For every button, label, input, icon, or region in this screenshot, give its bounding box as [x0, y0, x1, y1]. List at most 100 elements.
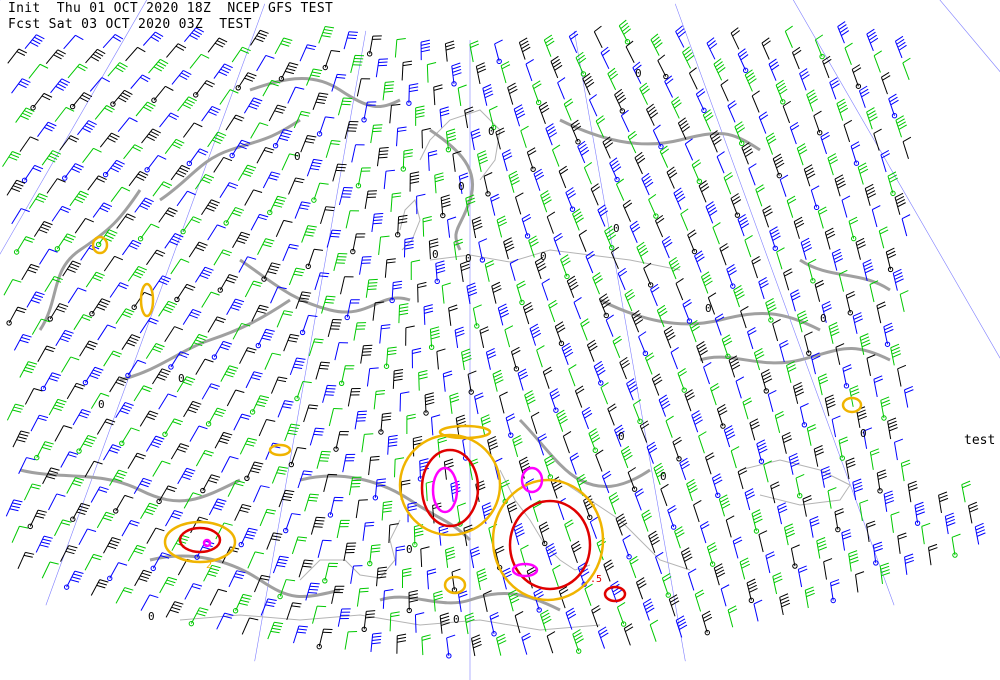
wind-barb: [803, 164, 816, 187]
wind-barb: [304, 493, 319, 512]
wind-barb: [383, 346, 397, 369]
wind-barb: [556, 409, 568, 432]
wind-barb: [779, 174, 789, 197]
precip-contour: [91, 235, 109, 255]
wind-barb: [310, 516, 326, 535]
wind-barb: [951, 533, 961, 558]
wind-barb: [474, 392, 484, 415]
wind-barb: [66, 382, 86, 400]
contour-label: 0: [406, 543, 413, 556]
wind-barb: [845, 290, 856, 316]
wind-barb: [655, 551, 664, 575]
wind-barb: [684, 138, 694, 161]
wind-barb: [646, 103, 659, 126]
wind-barb: [799, 403, 809, 428]
wind-barb: [382, 81, 395, 101]
wind-barb: [744, 235, 753, 258]
wind-barb: [96, 511, 115, 529]
wind-barb: [944, 512, 956, 535]
wind-barb: [115, 401, 134, 419]
wind-barb: [102, 159, 125, 178]
wind-barb: [893, 438, 904, 461]
wind-barb: [333, 252, 348, 272]
wind-barb: [858, 85, 870, 108]
precip-contour: [202, 538, 212, 548]
wind-barb: [712, 222, 721, 245]
gray-contour: [699, 347, 891, 365]
wind-barb: [107, 62, 128, 77]
wind-barb: [182, 308, 202, 325]
wind-barb: [848, 550, 859, 572]
wind-barb: [130, 74, 151, 89]
wind-barb: [102, 444, 122, 461]
wind-barb: [723, 425, 736, 448]
wind-barb: [250, 213, 269, 231]
wind-barb: [622, 534, 632, 560]
wind-barb: [426, 568, 437, 590]
wind-barb: [286, 602, 302, 621]
wind-barb: [96, 418, 116, 435]
wind-barb: [188, 607, 209, 627]
wind-barb: [207, 37, 228, 53]
wind-barb: [337, 97, 353, 116]
wind-barb: [607, 403, 617, 426]
wind-barb: [62, 163, 84, 181]
wind-barb: [63, 570, 84, 590]
wind-barb: [316, 628, 333, 650]
wind-barb: [508, 170, 520, 193]
wind-barb: [232, 593, 252, 614]
wind-barb: [844, 42, 853, 65]
wind-barb: [806, 424, 817, 446]
wind-barb: [289, 357, 306, 376]
wind-barb: [737, 467, 748, 490]
wind-barb: [368, 455, 380, 476]
wind-barb: [103, 255, 124, 272]
wind-barb: [584, 583, 593, 606]
wind-barb: [34, 441, 54, 461]
wind-barb: [344, 630, 358, 650]
wind-barb: [496, 215, 507, 238]
wind-barb: [499, 391, 508, 414]
wind-barb: [19, 136, 39, 152]
wind-barb: [322, 562, 338, 584]
wind-barb: [789, 121, 800, 145]
wind-barb: [727, 100, 737, 123]
wind-barb: [146, 435, 165, 452]
wind-barb: [117, 117, 138, 132]
wind-barb: [824, 394, 836, 417]
wind-barb: [426, 61, 437, 83]
wind-barb: [705, 452, 715, 475]
precip-contour: [420, 448, 480, 528]
wind-barb: [657, 54, 669, 80]
wind-barb: [568, 30, 579, 53]
wind-barb: [768, 58, 780, 81]
wind-barb: [183, 400, 202, 418]
wind-barb: [817, 373, 829, 396]
precip-contour: [268, 443, 292, 457]
wind-barb: [67, 287, 87, 304]
wind-barb: [193, 80, 215, 98]
wind-barb: [146, 527, 165, 544]
wind-barb: [619, 356, 630, 380]
wind-barb: [24, 388, 43, 405]
wind-barb: [122, 239, 142, 256]
precip-label: .5: [590, 574, 602, 585]
wind-barb: [533, 168, 545, 191]
wind-barb: [113, 494, 134, 514]
wind-barb: [396, 633, 407, 654]
wind-barb: [713, 563, 726, 586]
wind-barb: [720, 584, 730, 607]
wind-barb: [340, 276, 354, 295]
wind-barb: [593, 25, 603, 49]
wind-barb: [127, 544, 146, 562]
wind-barb: [270, 376, 288, 394]
wind-barb: [737, 214, 750, 237]
wind-barb: [648, 193, 659, 219]
wind-barb: [831, 415, 841, 438]
wind-barb: [540, 609, 552, 632]
wind-barb: [63, 34, 84, 50]
wind-barb: [306, 158, 323, 177]
wind-barb: [623, 623, 634, 646]
wind-barb: [395, 545, 406, 566]
wind-barb: [151, 85, 174, 103]
